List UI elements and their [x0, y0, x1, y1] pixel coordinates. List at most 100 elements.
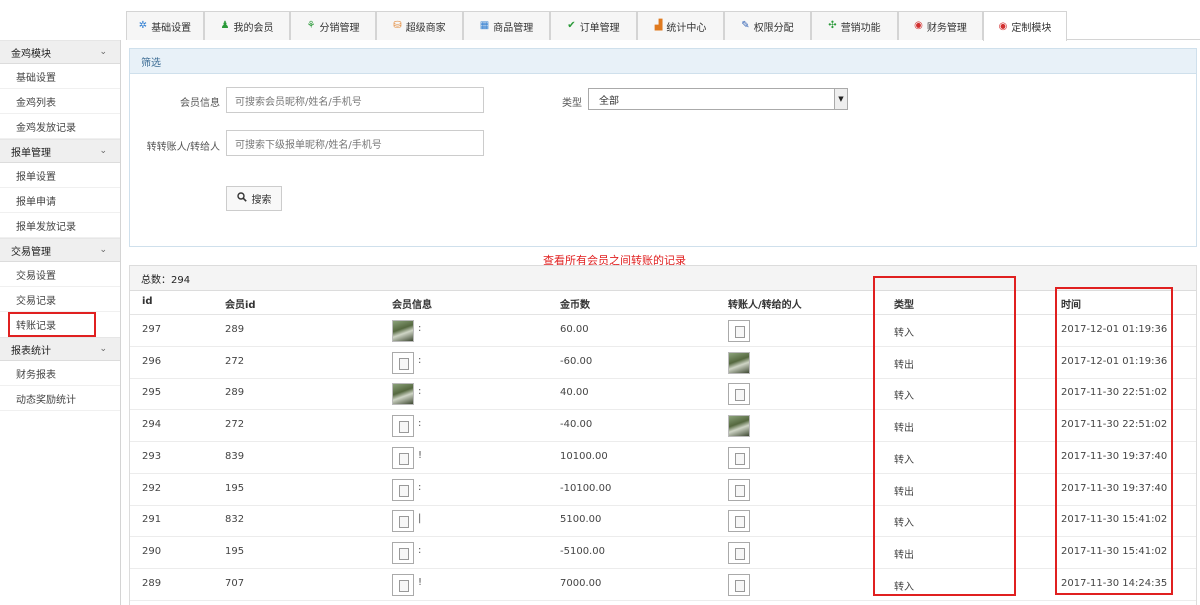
cell-member-id: 272: [225, 419, 245, 431]
transfer-person-label: 转转账人/转给人: [146, 142, 220, 153]
transfer-person-avatar: [728, 415, 750, 438]
cell-type: 转出: [894, 423, 914, 435]
type-select-value: 全部: [599, 95, 619, 107]
dropdown-arrow-icon[interactable]: ▼: [834, 89, 847, 109]
chevron-down-icon[interactable]: ⌄: [99, 245, 107, 255]
tab-10[interactable]: ◉ 财务管理: [898, 11, 983, 40]
search-button-label: 搜索: [251, 195, 272, 206]
cell-member-id: 707: [225, 577, 245, 589]
sidebar-group-4[interactable]: 报表统计 ⌄: [0, 337, 120, 361]
col-coins-header: 金币数: [560, 300, 590, 311]
chevron-down-icon[interactable]: ⌄: [99, 344, 107, 354]
top-nav: ✲ 基础设置 ♟ 我的会员 ⚘ 分销管理 ⛁ 超级商家 ▦ 商品管理 ✔ 订单管理 ▟ 统计中心 ✎ 权限分配…: [0, 0, 1200, 41]
type-label: 类型: [562, 98, 582, 109]
chevron-down-icon[interactable]: ⌄: [99, 47, 107, 57]
tab-7[interactable]: ▟ 统计中心: [637, 11, 724, 40]
grid-icon: ▦: [479, 20, 490, 31]
sidebar-item[interactable]: 财务报表: [0, 361, 120, 386]
cell-member-id: 839: [225, 450, 245, 462]
tab-9[interactable]: ✣ 营销功能: [811, 11, 898, 40]
cell-member-id: 195: [225, 545, 245, 557]
tab-2[interactable]: ♟ 我的会员: [204, 11, 290, 40]
tab-8[interactable]: ✎ 权限分配: [724, 11, 811, 40]
sidebar-group-label: 报表统计: [11, 345, 51, 357]
sidebar-group-label: 交易管理: [11, 246, 51, 258]
cell-type: 转入: [894, 391, 914, 403]
transfer-person-search-input[interactable]: 可搜索下级报单昵称/姓名/手机号: [226, 130, 484, 156]
transfer-person-avatar: [728, 541, 750, 564]
member-avatar: [392, 541, 414, 564]
cell-time: 2017-12-01 01:19:36: [1061, 355, 1168, 367]
tab-1[interactable]: ✲ 基础设置: [126, 11, 204, 40]
tab-label: 营销功能: [840, 22, 881, 34]
network-icon: ✣: [828, 20, 837, 31]
tab-11[interactable]: ◉ 定制模块: [983, 11, 1067, 41]
sidebar-item[interactable]: 报单申请: [0, 188, 120, 213]
chevron-down-icon[interactable]: ⌄: [99, 146, 107, 156]
cell-time: 2017-11-30 22:51:02: [1061, 387, 1168, 399]
member-avatar: [392, 478, 414, 501]
transfer-record-list: 总数：294 id 会员id 会员信息 金币数 转账人/转给的人 类型 时间 297 289:…: [129, 265, 1197, 605]
member-name-truncated: :: [418, 323, 422, 334]
sidebar-group-2[interactable]: 报单管理 ⌄: [0, 139, 120, 163]
cell-time: 2017-12-01 01:19:36: [1061, 324, 1168, 335]
wrench-icon: ✎: [741, 20, 750, 31]
member-name-truncated: :: [418, 418, 422, 430]
cell-member-id: 289: [225, 387, 245, 399]
sidebar-item[interactable]: 报单发放记录: [0, 213, 120, 238]
transfer-person-avatar: [728, 573, 750, 596]
sidebar-item[interactable]: 交易设置: [0, 262, 120, 287]
search-icon: [236, 192, 247, 205]
col-id-header: id: [142, 296, 153, 307]
transfer-person-avatar: [728, 320, 750, 342]
search-button[interactable]: 搜索: [226, 186, 282, 211]
member-search-input[interactable]: 可搜索会员昵称/姓名/手机号: [226, 87, 484, 113]
transfer-person-avatar: [728, 446, 750, 469]
sidebar-item[interactable]: 转账记录: [8, 312, 96, 337]
tab-label: 订单管理: [579, 22, 620, 34]
cell-id: 295: [142, 387, 162, 399]
gear-icon: ✲: [138, 20, 148, 31]
cell-type: 转出: [894, 486, 914, 498]
cell-member-id: 289: [225, 324, 245, 335]
tab-5[interactable]: ▦ 商品管理: [463, 11, 550, 40]
tab-label: 统计中心: [666, 22, 707, 34]
cell-time: 2017-11-30 15:41:02: [1061, 514, 1168, 526]
member-name-truncated: :: [418, 481, 422, 493]
sidebar-item[interactable]: 金鸡列表: [0, 89, 120, 114]
sidebar: 金鸡模块 ⌄ 基础设置 金鸡列表 金鸡发放记录 报单管理 ⌄ 报单设置 报单申请 报单发放记录 交易…: [0, 40, 121, 605]
cell-coins: -10100.00: [560, 482, 612, 494]
sidebar-item[interactable]: 报单设置: [0, 163, 120, 188]
tab-4[interactable]: ⛁ 超级商家: [376, 11, 463, 40]
cell-type: 转入: [894, 454, 914, 466]
total-count: 总数：294: [130, 266, 1196, 291]
member-avatar: [392, 510, 414, 533]
sidebar-item[interactable]: 交易记录: [0, 287, 120, 312]
cell-coins: 60.00: [560, 324, 589, 335]
sidebar-group-3[interactable]: 交易管理 ⌄: [0, 238, 120, 262]
member-name-truncated: :: [418, 544, 422, 556]
cell-time: 2017-11-30 19:37:40: [1061, 450, 1168, 462]
table-row: 290 195: -5100.00 转出 2017-11-30 15:41:02: [130, 537, 1196, 569]
col-time-header: 时间: [1061, 300, 1081, 311]
table-row: 297 289: 60.00 转入 2017-12-01 01:19:36: [130, 315, 1196, 347]
transfer-person-avatar: [728, 478, 750, 501]
cell-type: 转入: [894, 581, 914, 593]
sidebar-group-1[interactable]: 金鸡模块 ⌄: [0, 40, 120, 64]
tab-label: 基础设置: [151, 22, 192, 34]
tab-label: 定制模块: [1011, 23, 1052, 34]
sidebar-item[interactable]: 动态奖励统计: [0, 386, 120, 411]
member-name-truncated: |: [418, 513, 422, 525]
tab-label: 财务管理: [926, 22, 967, 34]
table-row: 293 839! 10100.00 转入 2017-11-30 19:37:40: [130, 442, 1196, 474]
sidebar-item[interactable]: 基础设置: [0, 64, 120, 89]
table-row: 289 707! 7000.00 转入 2017-11-30 14:24:35: [130, 569, 1196, 601]
cell-coins: 10100.00: [560, 450, 608, 462]
custom-icon: ◉: [998, 20, 1008, 32]
tab-6[interactable]: ✔ 订单管理: [550, 11, 637, 40]
cell-id: 293: [142, 450, 162, 462]
tab-3[interactable]: ⚘ 分销管理: [290, 11, 376, 40]
type-select[interactable]: 全部 ▼: [588, 88, 848, 110]
col-transfer-person-header: 转账人/转给的人: [728, 300, 802, 311]
sidebar-item[interactable]: 金鸡发放记录: [0, 114, 120, 139]
